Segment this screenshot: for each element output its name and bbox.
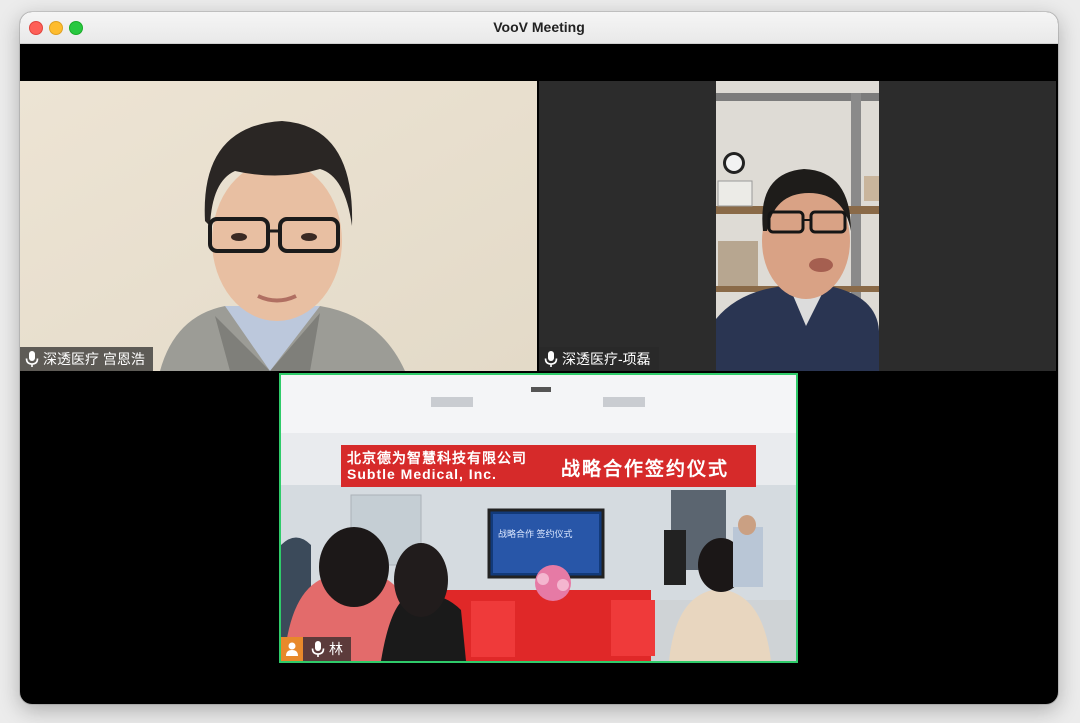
participant-3-label: 林 [281, 637, 351, 661]
microphone-icon [25, 351, 39, 367]
participant-2-label: 深透医疗-项磊 [539, 347, 659, 371]
video-tile-participant-2[interactable]: 深透医疗-项磊 [539, 81, 1056, 371]
participant-2-video [539, 81, 1056, 371]
person-icon [281, 637, 303, 661]
video-tile-participant-1[interactable]: 深透医疗 宫恩浩 [20, 81, 537, 371]
participant-1-label: 深透医疗 宫恩浩 [20, 347, 153, 371]
banner-company-en: Subtle Medical, Inc. [347, 466, 497, 482]
participant-3-video [281, 375, 796, 661]
participant-1-name: 深透医疗 宫恩浩 [43, 351, 145, 367]
screen-text: 战略合作 签约仪式 [498, 529, 573, 539]
participant-1-video [20, 81, 537, 371]
banner-company-cn: 北京德为智慧科技有限公司 [347, 450, 527, 466]
microphone-icon [311, 641, 325, 657]
title-bar: VooV Meeting [20, 12, 1058, 44]
window-title: VooV Meeting [493, 19, 585, 35]
banner-event: 战略合作签约仪式 [561, 459, 730, 480]
participant-3-name: 林 [329, 641, 343, 657]
participant-2-name: 深透医疗-项磊 [562, 351, 651, 367]
meeting-window: VooV Meeting 深透医疗 宫恩浩 深透医疗-项磊 北京德为智慧科技有限… [20, 12, 1058, 704]
microphone-icon [544, 351, 558, 367]
video-tile-participant-3[interactable]: 北京德为智慧科技有限公司 Subtle Medical, Inc. 战略合作签约… [279, 373, 798, 663]
